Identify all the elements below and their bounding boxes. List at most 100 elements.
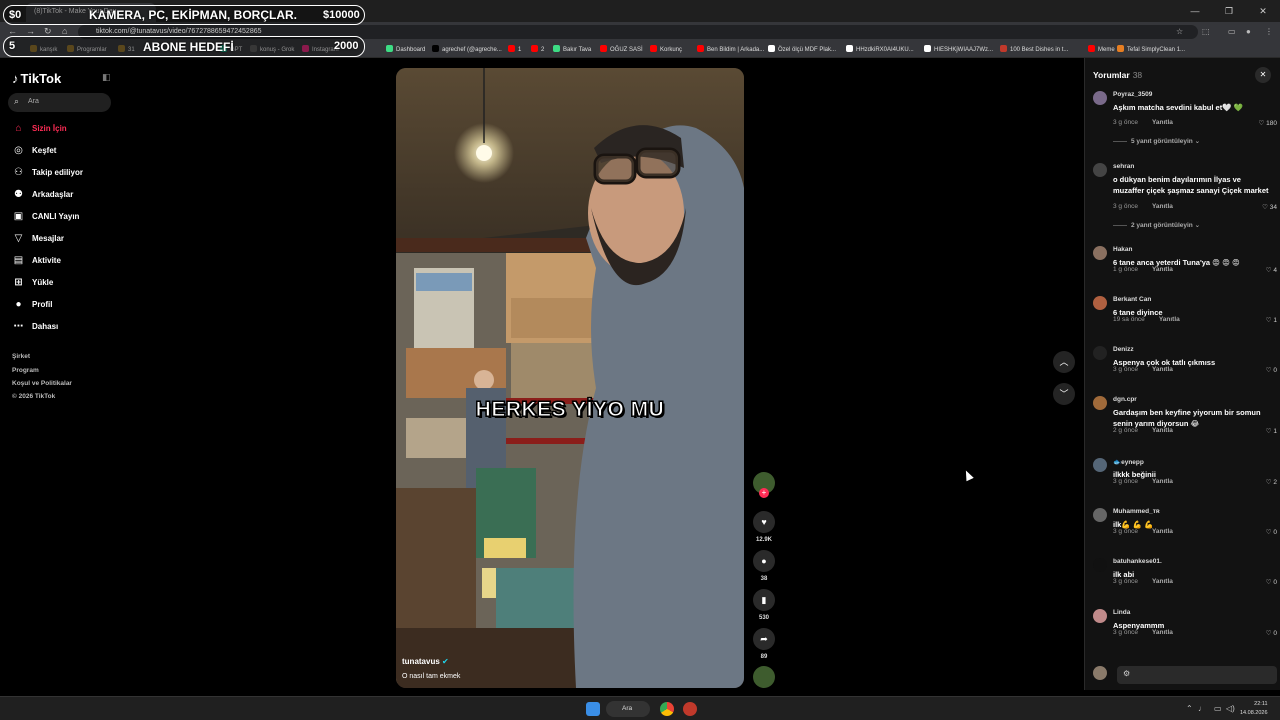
video-author[interactable]: tunatavus ✔ [402,657,449,666]
sidebar-item-home[interactable]: ⌂ Sizin İçin [12,122,66,135]
bookmark-item[interactable]: Dashboard [386,45,425,53]
follow-plus-icon[interactable]: + [759,488,769,498]
bookmark-item[interactable]: Ben Bildim | Arkada... [697,45,764,53]
author-avatar-action[interactable]: + [752,472,776,498]
view-replies-button[interactable]: 5 yanıt görüntüleyin ⌄ [1113,137,1200,145]
back-icon[interactable]: ← [8,26,17,36]
reply-button[interactable]: Yanıtla [1152,478,1173,485]
sidebar-item-messages[interactable]: ▽ Mesajlar [12,232,64,245]
commenter-name[interactable]: batuhankese01. [1113,558,1162,565]
cast-icon[interactable]: ▭ [1228,27,1236,36]
reply-button[interactable]: Yanıtla [1152,427,1173,434]
commenter-avatar[interactable] [1093,163,1107,177]
taskbar-search[interactable]: Ara [606,701,650,717]
previous-video-button[interactable]: ︿ [1053,351,1075,373]
comment-like-button[interactable]: ♡ 180 [1259,119,1278,127]
sidebar-item-following[interactable]: ⚇ Takip ediliyor [12,166,83,179]
footer-link[interactable]: Koşul ve Politikalar [12,380,72,387]
commenter-avatar[interactable] [1093,346,1107,360]
commenter-avatar[interactable] [1093,558,1107,572]
commenter-name[interactable]: Muhammed_ᴛʀ [1113,508,1160,515]
menu-dots-icon[interactable]: ⋮ [1265,27,1273,36]
commenter-avatar[interactable] [1093,296,1107,310]
commenter-avatar[interactable] [1093,91,1107,105]
footer-link[interactable]: Program [12,367,39,374]
bookmark-item[interactable]: HHzdkiRX0AI4UKU... [846,45,914,53]
forward-icon[interactable]: → [26,26,35,36]
bookmark-item[interactable]: OĞUZ SASİ [600,45,643,53]
sidebar-item-compass[interactable]: ◎ Keşfet [12,144,56,157]
reply-button[interactable]: Yanıtla [1152,266,1173,273]
commenter-avatar[interactable] [1093,458,1107,472]
comment-like-button[interactable]: ♡ 4 [1266,266,1277,274]
volume-icon[interactable]: ◁) [1226,704,1235,713]
chrome-icon[interactable] [660,702,674,716]
home-browser-icon[interactable]: ⌂ [62,26,67,36]
bookmark-item[interactable]: Tefal SimplyClean 1... [1117,45,1185,53]
bookmark-item[interactable]: 1 [508,45,521,53]
commenter-avatar[interactable] [1093,396,1107,410]
comment-like-button[interactable]: ♡ 1 [1266,427,1277,435]
tray-chevron-icon[interactable]: ⌃ [1186,704,1193,713]
reply-button[interactable]: Yanıtla [1159,316,1180,323]
reply-button[interactable]: Yanıtla [1152,119,1173,126]
comment-like-button[interactable]: ♡ 0 [1266,629,1277,637]
video-player[interactable]: HERKES YİYO MU tunatavus ✔ O nasıl tam e… [396,68,744,688]
profile-browser-icon[interactable]: ● [1246,27,1251,36]
sidebar-item-upload[interactable]: ⊞ Yükle [12,276,53,289]
comment-input[interactable]: ⚙ [1117,666,1277,684]
bookmark-item[interactable]: 100 Best Dishes in t... [1000,45,1068,53]
mic-icon[interactable]: ♩ [1198,704,1206,713]
comment-like-button[interactable]: ♡ 0 [1266,578,1277,586]
reply-button[interactable]: Yanıtla [1152,203,1173,210]
bookmark-item[interactable]: Meme [1088,45,1115,53]
comment-like-button[interactable]: ♡ 2 [1266,478,1277,486]
extensions-icon[interactable]: ⬚ [1202,27,1210,36]
commenter-avatar[interactable] [1093,246,1107,260]
emoji-icon[interactable]: ⚙ [1123,669,1130,678]
close-comments-button[interactable]: ✕ [1255,67,1271,83]
commenter-name[interactable]: Berkant Can [1113,296,1151,303]
bookmark-item[interactable]: 2 [531,45,544,53]
bookmark-item[interactable]: HIESHKjWIAAJ7Wz... [924,45,993,53]
windows-start-icon[interactable] [586,702,600,716]
commenter-name[interactable]: sehran [1113,163,1134,170]
taskbar-clock[interactable]: 22:11 14.08.2026 [1240,700,1268,718]
close-window-icon[interactable]: ✕ [1246,0,1280,22]
sidebar-item-friends[interactable]: ⚉ Arkadaşlar [12,188,73,201]
sidebar-item-activity[interactable]: ▤ Aktivite [12,254,61,267]
share-action[interactable]: ➦ 89 [752,628,776,660]
network-icon[interactable]: ▭ [1214,704,1222,713]
reply-button[interactable]: Yanıtla [1152,629,1173,636]
reply-button[interactable]: Yanıtla [1152,578,1173,585]
maximize-icon[interactable]: ❐ [1212,0,1246,22]
like-action[interactable]: ♥ 12.9K [752,511,776,543]
bookmark-star-icon[interactable]: ☆ [1176,27,1183,36]
save-action[interactable]: ▮ 530 [752,589,776,621]
reply-button[interactable]: Yanıtla [1152,528,1173,535]
bookmark-item[interactable]: Bakır Tava [553,45,591,53]
collapse-sidebar-icon[interactable]: ◧ [102,72,111,83]
next-video-button[interactable]: ﹀ [1053,383,1075,405]
commenter-name[interactable]: Poyraz_3509 [1113,91,1152,98]
bookmark-item[interactable]: Özel ölçü MDF Plak... [768,45,836,53]
comment-like-button[interactable]: ♡ 1 [1266,316,1277,324]
bookmark-item[interactable]: agrechef (@agreche... [432,45,502,53]
sidebar-item-more[interactable]: ⋯ Dahası [12,320,59,333]
commenter-name[interactable]: Denizz [1113,346,1134,353]
commenter-name[interactable]: Linda [1113,609,1130,616]
view-replies-button[interactable]: 2 yanıt görüntüleyin ⌄ [1113,221,1200,229]
commenter-name[interactable]: Hakan [1113,246,1133,253]
commenter-avatar[interactable] [1093,508,1107,522]
music-disc-action[interactable] [752,666,776,688]
search-input[interactable]: ⌕ Ara [8,93,111,112]
commenter-avatar[interactable] [1093,609,1107,623]
comment-action[interactable]: ● 38 [752,550,776,582]
bookmark-item[interactable]: Korkunç [650,45,682,53]
sidebar-item-live[interactable]: ▣ CANLI Yayın [12,210,80,223]
sidebar-item-profile[interactable]: ● Profil [12,298,52,311]
commenter-name[interactable]: 🐟eynepp [1113,458,1144,466]
comment-like-button[interactable]: ♡ 0 [1266,528,1277,536]
minimize-icon[interactable]: — [1178,0,1212,22]
comment-like-button[interactable]: ♡ 0 [1266,366,1277,374]
